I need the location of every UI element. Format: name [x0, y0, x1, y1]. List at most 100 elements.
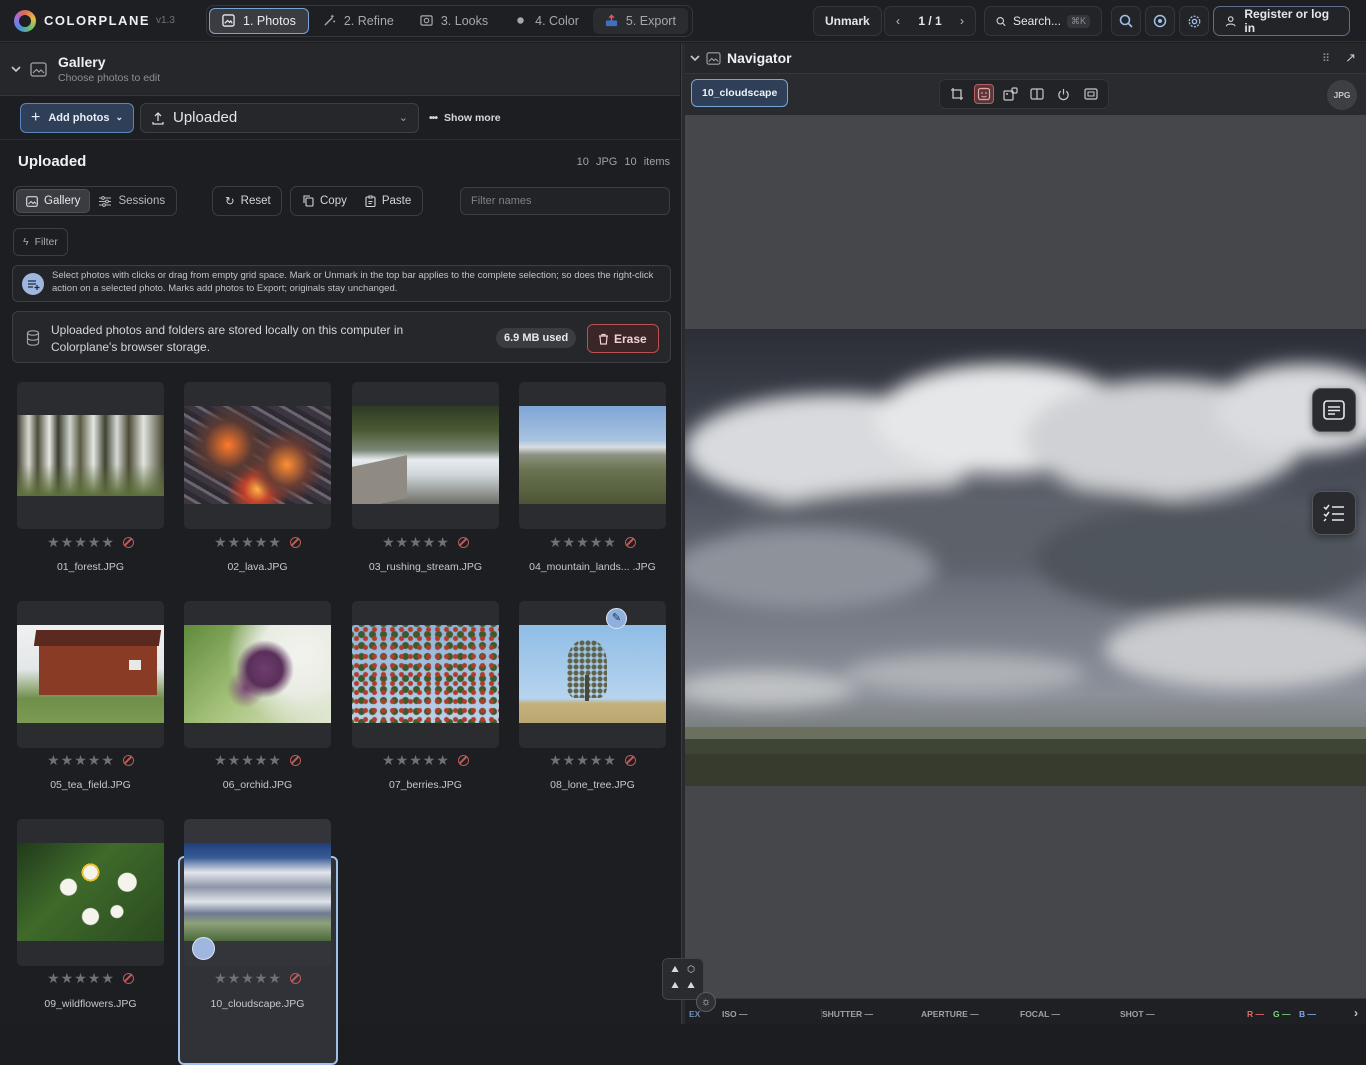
- red-value: R —: [1247, 1009, 1264, 1019]
- target-button[interactable]: [1145, 6, 1175, 36]
- view-tools: [939, 79, 1109, 109]
- photo-filename: 02_lava.JPG: [227, 561, 288, 573]
- photo-card-05-tea-field[interactable]: [17, 601, 164, 748]
- rating-stars[interactable]: ★★★★★: [352, 534, 499, 551]
- reject-icon[interactable]: [122, 973, 134, 984]
- unmark-button[interactable]: Unmark: [813, 6, 882, 36]
- landscape-icon[interactable]: ⛰: [684, 980, 698, 994]
- photo-card-01-forest[interactable]: [17, 382, 164, 529]
- add-photos-button[interactable]: + Add photos ⌄: [20, 102, 134, 133]
- reset-button[interactable]: ↻ Reset: [212, 186, 282, 216]
- reject-icon[interactable]: [624, 537, 636, 548]
- reject-icon[interactable]: [624, 755, 636, 766]
- star-icon[interactable]: ★★★★★: [549, 534, 617, 550]
- top-bar: COLORPLANE v1.3 1. Photos 2. Refine 3. L…: [0, 0, 1366, 42]
- rating-stars[interactable]: ★★★★★: [184, 534, 331, 551]
- navigator-header[interactable]: Navigator ⠿ ↗: [685, 43, 1366, 74]
- step-color[interactable]: 4. Color: [502, 8, 591, 34]
- rating-stars[interactable]: ★★★★★: [17, 534, 164, 551]
- reject-icon[interactable]: [289, 973, 301, 984]
- objects-icon[interactable]: [1001, 84, 1021, 104]
- compare-icon[interactable]: [1027, 84, 1047, 104]
- show-more-button[interactable]: ••• Show more: [429, 112, 501, 124]
- reject-icon[interactable]: [122, 755, 134, 766]
- rating-stars[interactable]: ★★★★★: [519, 752, 666, 769]
- star-icon[interactable]: ★★★★★: [214, 534, 282, 550]
- star-icon[interactable]: ★★★★★: [47, 752, 115, 768]
- star-icon[interactable]: ★★★★★: [214, 752, 282, 768]
- photo-card-07-berries[interactable]: [352, 601, 499, 748]
- copy-icon: [303, 195, 314, 207]
- chevron-down-icon[interactable]: [689, 52, 701, 64]
- copy-button[interactable]: Copy: [291, 195, 347, 207]
- photo-card-06-orchid[interactable]: [184, 601, 331, 748]
- chevron-right-icon[interactable]: ›: [1354, 1006, 1358, 1020]
- main-photo-cloudscape[interactable]: [685, 329, 1366, 786]
- step-photos[interactable]: 1. Photos: [209, 7, 309, 34]
- checklist-panel-button[interactable]: [1312, 491, 1356, 535]
- step-export[interactable]: 5. Export: [592, 7, 688, 34]
- star-icon[interactable]: ★★★★★: [549, 752, 617, 768]
- photo-card-02-lava[interactable]: [184, 382, 331, 529]
- chevron-left-icon[interactable]: ‹: [896, 14, 900, 28]
- register-button[interactable]: Register or log in: [1213, 6, 1350, 36]
- chevron-right-icon[interactable]: ›: [960, 14, 964, 28]
- photo-card-09-wildflowers[interactable]: [17, 819, 164, 966]
- star-icon[interactable]: ★★★★★: [382, 752, 450, 768]
- photo-card-08-lone-tree[interactable]: ✎: [519, 601, 666, 748]
- photo-preview: [685, 329, 1366, 786]
- photo-card-10-cloudscape[interactable]: [184, 819, 331, 966]
- reject-icon[interactable]: [457, 755, 469, 766]
- settings-button[interactable]: [1179, 6, 1209, 36]
- reject-icon[interactable]: [122, 537, 134, 548]
- landscape-icon[interactable]: ⛰: [668, 964, 682, 978]
- star-icon[interactable]: ★★★★★: [214, 970, 282, 986]
- export-icon: [605, 14, 617, 27]
- star-icon[interactable]: ★★★★★: [47, 970, 115, 986]
- photo-card-03-rushing-stream[interactable]: [352, 382, 499, 529]
- step-looks[interactable]: 3. Looks: [408, 8, 500, 34]
- frame-icon[interactable]: [1081, 84, 1101, 104]
- filter-names-input[interactable]: Filter names: [460, 187, 670, 215]
- tab-gallery[interactable]: Gallery: [16, 189, 91, 213]
- gallery-header[interactable]: Gallery Choose photos to edit: [0, 43, 680, 96]
- rating-stars[interactable]: ★★★★★: [519, 534, 666, 551]
- rating-stars[interactable]: ★★★★★: [184, 970, 331, 987]
- chevron-down-icon[interactable]: [10, 63, 22, 75]
- list-add-icon[interactable]: [192, 937, 215, 960]
- rating-stars[interactable]: ★★★★★: [184, 752, 331, 769]
- erase-button[interactable]: Erase: [587, 324, 659, 353]
- cube-icon[interactable]: ⬡: [684, 964, 698, 978]
- search-button[interactable]: Search... ⌘K: [984, 6, 1102, 36]
- photo-counts: 10 JPG 10 items: [576, 156, 670, 168]
- sun-icon[interactable]: ☼: [696, 992, 716, 1012]
- paste-button[interactable]: Paste: [347, 195, 411, 207]
- reject-icon[interactable]: [289, 537, 301, 548]
- rating-stars[interactable]: ★★★★★: [17, 752, 164, 769]
- filter-button[interactable]: ϟ Filter: [13, 228, 68, 256]
- adjustments-panel-button[interactable]: [1312, 388, 1356, 432]
- source-select[interactable]: Uploaded ⌄: [140, 102, 419, 133]
- rating-stars[interactable]: ★★★★★: [352, 752, 499, 769]
- step-label: 2. Refine: [343, 13, 394, 28]
- face-icon[interactable]: [973, 84, 994, 104]
- view-mode-widget[interactable]: ⛰ ⬡ ⛰ ⛰: [662, 958, 704, 1000]
- expand-icon[interactable]: ↗: [1345, 50, 1356, 66]
- rating-stars[interactable]: ★★★★★: [17, 970, 164, 987]
- filter-placeholder: Filter names: [471, 195, 532, 207]
- crop-icon[interactable]: [947, 84, 967, 104]
- power-icon[interactable]: [1054, 84, 1074, 104]
- step-refine[interactable]: 2. Refine: [311, 8, 406, 34]
- reject-icon[interactable]: [457, 537, 469, 548]
- star-icon[interactable]: ★★★★★: [382, 534, 450, 550]
- tab-sessions[interactable]: Sessions: [90, 189, 174, 213]
- reject-icon[interactable]: [289, 755, 301, 766]
- focal-value: FOCAL —: [1020, 1009, 1060, 1019]
- zoom-button[interactable]: [1111, 6, 1141, 36]
- photo-chip[interactable]: 10_cloudscape: [691, 79, 789, 107]
- drag-handle-icon[interactable]: ⠿: [1322, 52, 1330, 65]
- edit-pencil-icon[interactable]: ✎: [606, 608, 627, 629]
- photo-card-04-mountain-landscape[interactable]: [519, 382, 666, 529]
- landscape-icon[interactable]: ⛰: [668, 980, 682, 994]
- star-icon[interactable]: ★★★★★: [47, 534, 115, 550]
